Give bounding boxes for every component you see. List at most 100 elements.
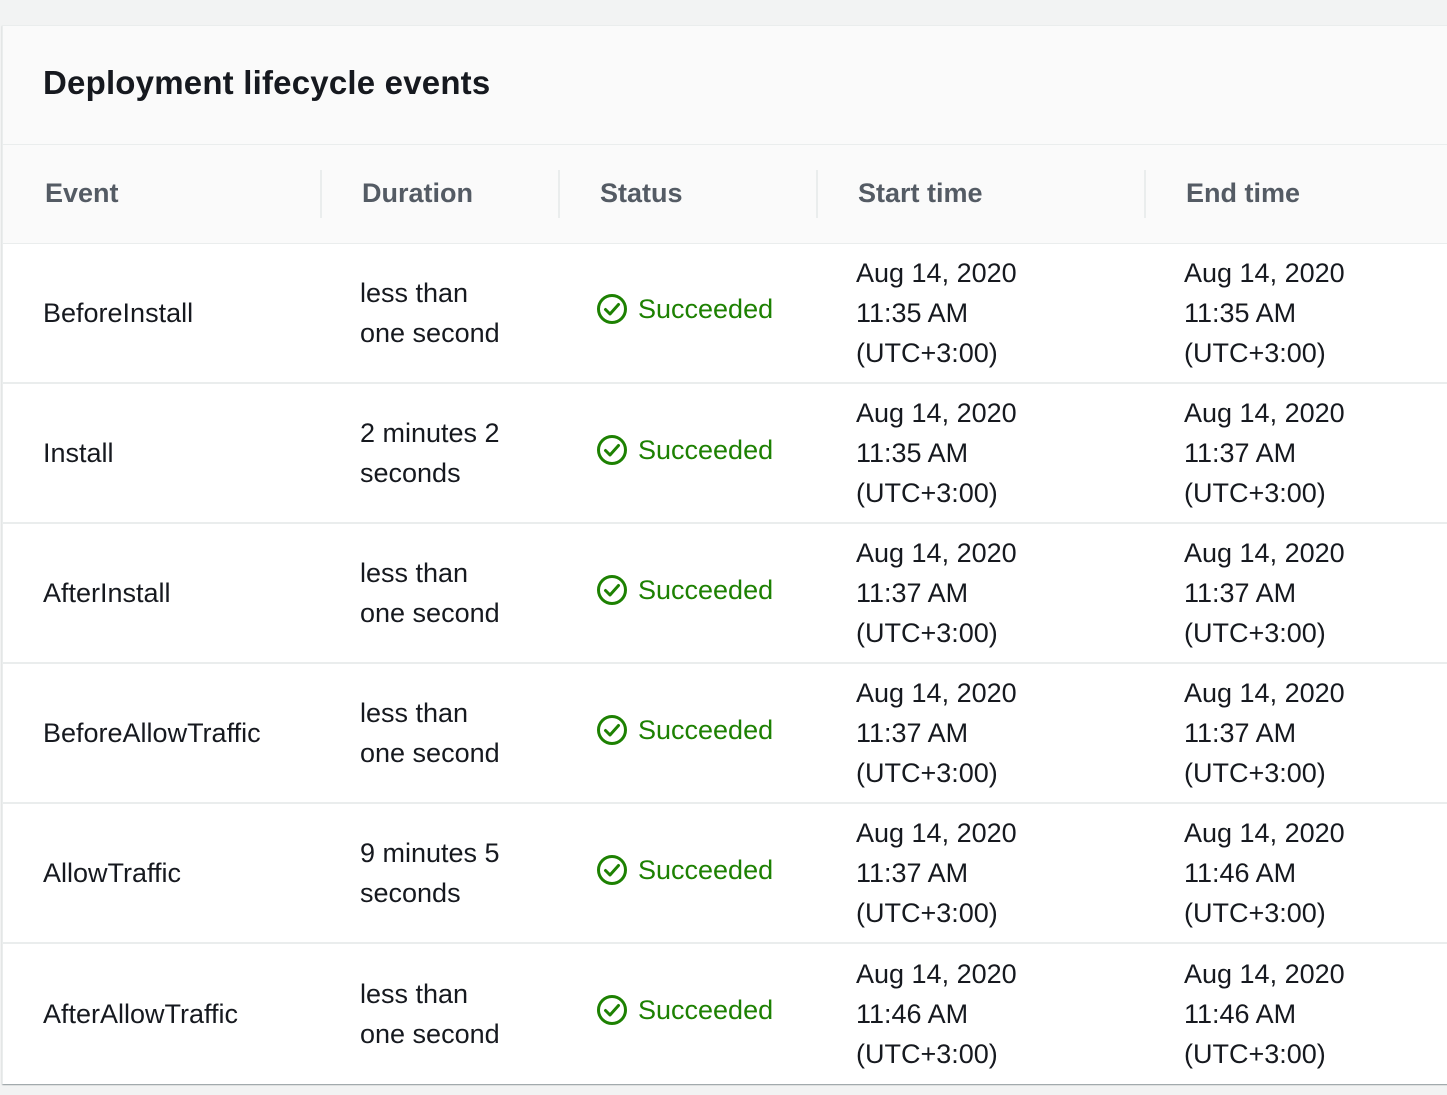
end-timezone: (UTC+3:00) bbox=[1184, 337, 1326, 368]
end-date: Aug 14, 2020 bbox=[1184, 678, 1345, 708]
end-timezone: (UTC+3:00) bbox=[1184, 758, 1326, 788]
end-timezone: (UTC+3:00) bbox=[1184, 618, 1326, 648]
event-name: AllowTraffic bbox=[43, 858, 182, 888]
end-clock: 11:35 AM bbox=[1184, 297, 1297, 328]
success-check-circle-icon bbox=[597, 995, 627, 1025]
end-timezone: (UTC+3:00) bbox=[1184, 1038, 1326, 1069]
duration-cell: less than one second bbox=[320, 523, 558, 664]
start-timezone: (UTC+3:00) bbox=[856, 898, 998, 928]
column-header-status: Status bbox=[558, 145, 816, 244]
start-timezone: (UTC+3:00) bbox=[856, 337, 998, 368]
end-timezone: (UTC+3:00) bbox=[1184, 898, 1326, 928]
status-indicator: Succeeded bbox=[596, 289, 773, 329]
event-cell: AllowTraffic bbox=[3, 803, 320, 944]
status-label: Succeeded bbox=[638, 854, 774, 885]
status-cell: Succeeded bbox=[558, 663, 816, 804]
success-check-circle-icon bbox=[597, 294, 627, 325]
duration-value: less than one second bbox=[360, 978, 500, 1049]
end-date: Aug 14, 2020 bbox=[1184, 257, 1345, 288]
table-row: BeforeInstall less than one second Succe… bbox=[3, 243, 1447, 384]
table-row: AllowTraffic 9 minutes 5 seconds Succeed… bbox=[3, 803, 1447, 944]
duration-value: less than one second bbox=[360, 558, 500, 628]
end-clock: 11:37 AM bbox=[1184, 718, 1297, 748]
duration-value: 9 minutes 5 seconds bbox=[360, 838, 500, 908]
end-clock: 11:46 AM bbox=[1184, 998, 1297, 1029]
status-indicator: Succeeded bbox=[596, 990, 773, 1030]
duration-cell: 2 minutes 2 seconds bbox=[320, 383, 558, 524]
status-label: Succeeded bbox=[638, 294, 774, 325]
start-clock: 11:35 AM bbox=[856, 438, 969, 468]
table-row: BeforeAllowTraffic less than one second … bbox=[3, 663, 1447, 804]
status-cell: Succeeded bbox=[558, 803, 816, 944]
start-timezone: (UTC+3:00) bbox=[856, 618, 998, 648]
start-time-cell: Aug 14, 2020 11:37 AM (UTC+3:00) bbox=[816, 803, 1144, 944]
status-indicator: Succeeded bbox=[596, 430, 773, 470]
end-timezone: (UTC+3:00) bbox=[1184, 478, 1326, 508]
column-header-event: Event bbox=[3, 145, 320, 244]
start-date: Aug 14, 2020 bbox=[856, 958, 1017, 989]
start-clock: 11:37 AM bbox=[856, 578, 969, 608]
event-name: AfterInstall bbox=[43, 578, 171, 608]
start-time-cell: Aug 14, 2020 11:46 AM (UTC+3:00) bbox=[816, 943, 1144, 1083]
success-check-circle-icon bbox=[597, 714, 627, 745]
event-cell: BeforeAllowTraffic bbox=[3, 663, 320, 804]
end-date: Aug 14, 2020 bbox=[1184, 958, 1345, 989]
end-date: Aug 14, 2020 bbox=[1184, 538, 1345, 568]
start-timezone: (UTC+3:00) bbox=[856, 1038, 998, 1069]
success-check-circle-icon bbox=[597, 854, 627, 885]
start-date: Aug 14, 2020 bbox=[856, 398, 1017, 428]
start-clock: 11:37 AM bbox=[856, 718, 969, 748]
start-date: Aug 14, 2020 bbox=[856, 538, 1017, 568]
table-row: AfterAllowTraffic less than one second S… bbox=[3, 943, 1447, 1083]
end-date: Aug 14, 2020 bbox=[1184, 398, 1345, 428]
start-clock: 11:35 AM bbox=[856, 297, 969, 328]
end-time-cell: Aug 14, 2020 11:46 AM (UTC+3:00) bbox=[1144, 803, 1447, 944]
status-indicator: Succeeded bbox=[596, 850, 773, 890]
start-time-cell: Aug 14, 2020 11:37 AM (UTC+3:00) bbox=[816, 663, 1144, 804]
panel-header: Deployment lifecycle events bbox=[3, 26, 1447, 145]
lifecycle-events-table: Event Duration Status Start time End tim… bbox=[3, 145, 1447, 1083]
start-timezone: (UTC+3:00) bbox=[856, 758, 998, 788]
event-name: Install bbox=[43, 438, 114, 468]
event-name: BeforeInstall bbox=[43, 297, 194, 328]
status-cell: Succeeded bbox=[558, 943, 816, 1083]
status-cell: Succeeded bbox=[558, 383, 816, 524]
start-time-cell: Aug 14, 2020 11:35 AM (UTC+3:00) bbox=[816, 243, 1144, 384]
lifecycle-events-panel: Deployment lifecycle events Event Durati… bbox=[2, 25, 1447, 1084]
event-cell: AfterAllowTraffic bbox=[3, 943, 320, 1083]
duration-cell: less than one second bbox=[320, 243, 558, 384]
status-label: Succeeded bbox=[638, 995, 774, 1025]
start-date: Aug 14, 2020 bbox=[856, 818, 1017, 848]
success-check-circle-icon bbox=[597, 574, 627, 605]
table-row: AfterInstall less than one second Succee… bbox=[3, 523, 1447, 664]
end-date: Aug 14, 2020 bbox=[1184, 818, 1345, 848]
end-time-cell: Aug 14, 2020 11:37 AM (UTC+3:00) bbox=[1144, 663, 1447, 804]
event-name: BeforeAllowTraffic bbox=[43, 718, 261, 748]
column-header-start-time: Start time bbox=[816, 145, 1144, 244]
panel-title: Deployment lifecycle events bbox=[43, 64, 491, 101]
status-indicator: Succeeded bbox=[596, 570, 773, 610]
start-date: Aug 14, 2020 bbox=[856, 678, 1017, 708]
event-cell: AfterInstall bbox=[3, 523, 320, 664]
start-timezone: (UTC+3:00) bbox=[856, 478, 998, 508]
table-row: Install 2 minutes 2 seconds Succeeded Au… bbox=[3, 383, 1447, 524]
start-time-cell: Aug 14, 2020 11:35 AM (UTC+3:00) bbox=[816, 383, 1144, 524]
status-cell: Succeeded bbox=[558, 243, 816, 384]
end-time-cell: Aug 14, 2020 11:35 AM (UTC+3:00) bbox=[1144, 243, 1447, 384]
end-clock: 11:37 AM bbox=[1184, 438, 1297, 468]
event-name: AfterAllowTraffic bbox=[43, 998, 239, 1029]
duration-value: less than one second bbox=[360, 277, 500, 348]
end-clock: 11:37 AM bbox=[1184, 578, 1297, 608]
column-header-end-time: End time bbox=[1144, 145, 1447, 244]
success-check-circle-icon bbox=[597, 434, 627, 465]
status-cell: Succeeded bbox=[558, 523, 816, 664]
start-date: Aug 14, 2020 bbox=[856, 257, 1017, 288]
status-indicator: Succeeded bbox=[596, 710, 773, 750]
end-time-cell: Aug 14, 2020 11:37 AM (UTC+3:00) bbox=[1144, 383, 1447, 524]
duration-cell: less than one second bbox=[320, 663, 558, 804]
duration-value: 2 minutes 2 seconds bbox=[360, 418, 500, 488]
start-clock: 11:37 AM bbox=[856, 858, 969, 888]
end-time-cell: Aug 14, 2020 11:37 AM (UTC+3:00) bbox=[1144, 523, 1447, 664]
end-clock: 11:46 AM bbox=[1184, 858, 1297, 888]
start-clock: 11:46 AM bbox=[856, 998, 969, 1029]
